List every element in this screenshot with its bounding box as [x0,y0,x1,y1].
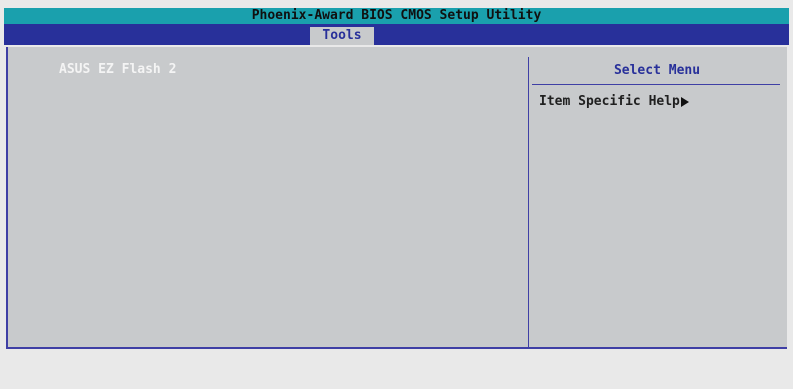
panel-divider [528,57,529,349]
menu-bar: Tools [4,24,789,45]
menu-item-asus-ez-flash-2[interactable]: ASUS EZ Flash 2 [59,62,176,78]
bios-screen: Phoenix-Award BIOS CMOS Setup Utility To… [0,0,793,389]
help-panel-title: Select Menu [613,63,701,78]
triangle-right-icon [680,97,689,107]
item-specific-help-label: Item Specific Help [539,94,680,109]
window-title: Phoenix-Award BIOS CMOS Setup Utility [4,8,789,24]
tab-tools[interactable]: Tools [310,27,374,45]
main-panel: ASUS EZ Flash 2 Select Menu Item Specifi… [6,47,787,349]
help-separator [532,84,780,85]
item-specific-help: Item Specific Help [539,94,689,110]
